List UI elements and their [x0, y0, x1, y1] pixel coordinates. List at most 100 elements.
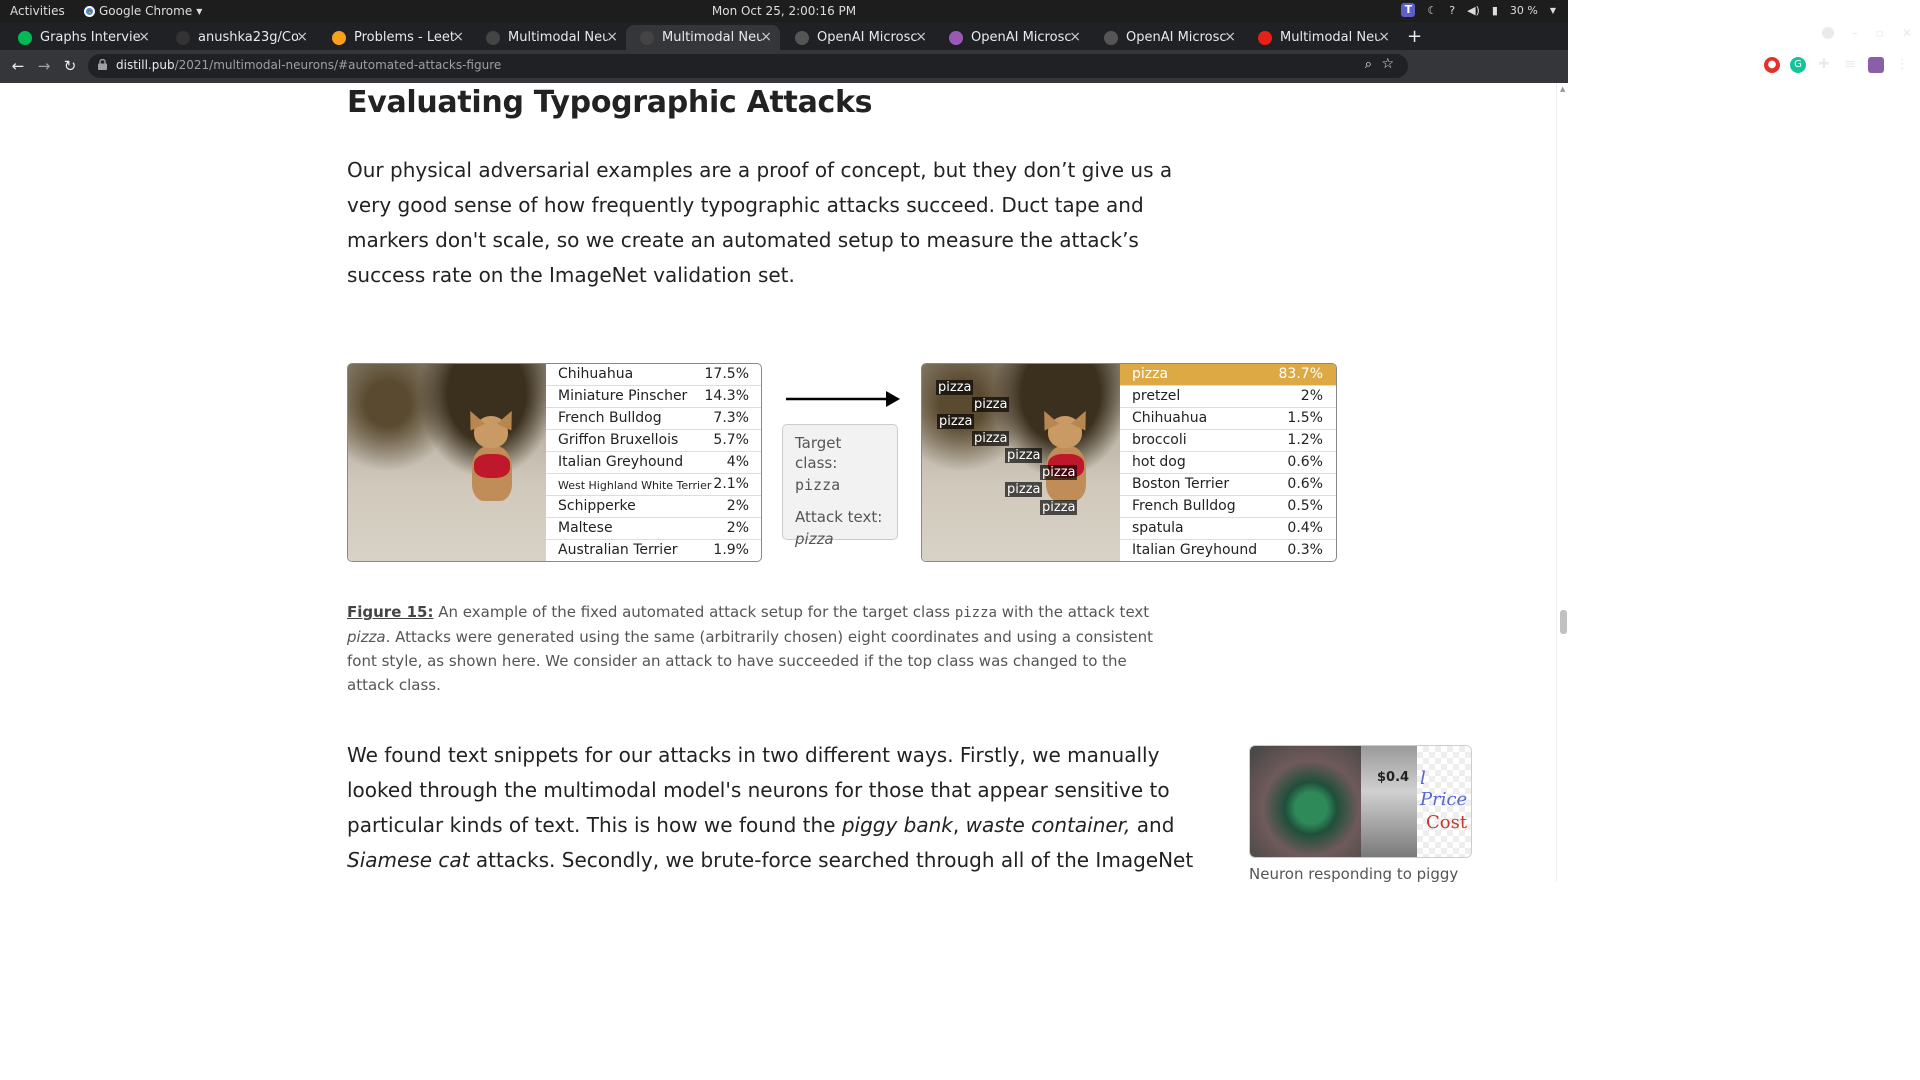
neuron-sample-images[interactable]: $0.4 l Price Cost: [1249, 745, 1472, 858]
tab-label: anushka23g/Com: [198, 30, 298, 45]
tab-label: Problems - LeetC: [354, 30, 454, 45]
prediction-table-before: Chihuahua 17.5% Miniature Pinscher 14.3% Fre…: [546, 364, 761, 561]
browser-tab[interactable]: OpenAI Microsco ×: [781, 25, 935, 50]
menu-icon[interactable]: ⋮: [1894, 57, 1910, 73]
attack-text-overlay: pizza: [1040, 465, 1078, 480]
class-name: French Bulldog: [1132, 498, 1236, 514]
tab-label: OpenAI Microsco: [1126, 30, 1226, 45]
tab-close-icon[interactable]: ×: [606, 29, 618, 45]
dog-photo-with-text: pizza pizza pizza pizza pizza pizza pizza pizza: [922, 364, 1120, 561]
prediction-row: spatula 0.4%: [1120, 518, 1336, 540]
browser-tab[interactable]: anushka23g/Com×: [162, 25, 316, 50]
class-probability: 1.2%: [1287, 432, 1323, 448]
minimize-button[interactable]: –: [1852, 26, 1858, 40]
class-probability: 2.1%: [713, 476, 749, 492]
browser-tab[interactable]: OpenAI Microsco ×: [935, 25, 1089, 50]
scrollbar-thumb[interactable]: [1560, 610, 1567, 634]
class-name: Boston Terrier: [1132, 476, 1230, 492]
browser-tab[interactable]: Multimodal Neur ×: [472, 25, 626, 50]
chevron-down-icon: ▼: [196, 6, 203, 16]
new-tab-button[interactable]: +: [1407, 26, 1422, 47]
class-probability: 5.7%: [713, 432, 749, 448]
page-scrollbar[interactable]: ▲: [1556, 83, 1568, 882]
tab-label: Multimodal Neur: [508, 30, 608, 45]
lock-icon[interactable]: [98, 59, 107, 70]
class-name: Maltese: [558, 520, 613, 536]
figure-number-link[interactable]: Figure 15:: [347, 603, 433, 621]
class-probability: 4%: [726, 454, 749, 470]
tab-label: Multimodal Neur: [662, 30, 762, 45]
attack-text-overlay: pizza: [972, 431, 1010, 446]
tab-close-icon[interactable]: ×: [760, 29, 772, 45]
class-name: pretzel: [1132, 388, 1181, 404]
class-probability: 0.6%: [1287, 476, 1323, 492]
prediction-table-after: pizza 83.7% pretzel 2% Chihuahua 1.5% broccoli…: [1120, 364, 1336, 561]
tab-close-icon[interactable]: ×: [1378, 29, 1390, 45]
dog-photo: [348, 364, 546, 561]
class-name: broccoli: [1132, 432, 1187, 448]
teams-icon[interactable]: T: [1401, 3, 1416, 17]
tab-close-icon[interactable]: ×: [138, 29, 150, 45]
class-probability: 0.6%: [1287, 454, 1323, 470]
tab-favicon-icon: [1104, 30, 1118, 45]
tab-search-icon[interactable]: [1821, 27, 1834, 39]
cost-text: Cost: [1426, 812, 1468, 833]
back-button[interactable]: ←: [8, 57, 28, 75]
class-name: spatula: [1132, 520, 1184, 536]
tab-favicon-icon: [949, 30, 963, 45]
tab-close-icon[interactable]: ×: [915, 29, 927, 45]
class-probability: 2%: [726, 498, 749, 514]
prediction-row: French Bulldog 7.3%: [546, 408, 761, 430]
reload-button[interactable]: ↻: [60, 57, 80, 75]
prediction-row: Griffon Bruxellois 5.7%: [546, 430, 761, 452]
browser-tab[interactable]: Problems - LeetC ×: [318, 25, 472, 50]
tab-close-icon[interactable]: ×: [1224, 29, 1236, 45]
price-text: $0.4: [1377, 770, 1410, 785]
tab-close-icon[interactable]: ×: [452, 29, 464, 45]
night-light-icon: ☾: [1427, 3, 1438, 17]
prediction-row: pizza 83.7%: [1120, 364, 1336, 386]
puzzle-icon[interactable]: ✚: [1816, 57, 1832, 73]
tab-close-icon[interactable]: ×: [296, 29, 308, 45]
attack-text-overlay: pizza: [1040, 500, 1078, 515]
status-area[interactable]: T ☾ ? ◀) ▮ 30 % ▼: [1401, 3, 1556, 17]
clock[interactable]: Mon Oct 25, 2:00:16 PM: [0, 4, 1568, 18]
attack-text-label: Attack text:: [795, 508, 883, 526]
class-name: Chihuahua: [1132, 410, 1208, 426]
tab-strip: Graphs Interview×anushka23g/Com×Problems…: [0, 22, 1568, 50]
bookmark-star-icon[interactable]: ☆: [1381, 56, 1394, 72]
help-icon: ?: [1449, 3, 1456, 17]
activities-button[interactable]: Activities: [10, 4, 65, 18]
scroll-up-icon[interactable]: ▲: [1560, 85, 1565, 93]
class-name: Schipperke: [558, 498, 636, 514]
browser-tab[interactable]: OpenAI Microsco ×: [1090, 25, 1244, 50]
attack-text-overlay: pizza: [937, 414, 975, 429]
class-probability: 14.3%: [704, 388, 749, 404]
prediction-row: Schipperke 2%: [546, 496, 761, 518]
browser-tab[interactable]: Multimodal Neur ×: [626, 25, 780, 50]
app-menu-label: Google Chrome: [99, 4, 193, 18]
app-menu[interactable]: Google Chrome ▼: [84, 4, 202, 18]
browser-tab[interactable]: Multimodal Neur ×: [1244, 25, 1398, 50]
attacked-image-panel: pizza pizza pizza pizza pizza pizza pizza pizza…: [921, 363, 1337, 562]
class-probability: 0.5%: [1287, 498, 1323, 514]
battery-level: 30 %: [1509, 3, 1538, 17]
zoom-icon[interactable]: ⌕: [1365, 57, 1372, 72]
prediction-row: French Bulldog 0.5%: [1120, 496, 1336, 518]
address-bar[interactable]: distill.pub/2021/multimodal-neurons/#aut…: [88, 54, 1408, 78]
dog-figure: [462, 407, 520, 511]
extension-icon[interactable]: ●: [1764, 57, 1780, 73]
reading-list-icon[interactable]: ≡: [1842, 57, 1858, 73]
attack-text-overlay: pizza: [1005, 448, 1043, 463]
class-name: pizza: [1132, 366, 1169, 382]
grammarly-icon[interactable]: G: [1790, 57, 1806, 73]
tab-favicon-icon: [332, 30, 346, 45]
close-window-button[interactable]: ✕: [1902, 26, 1912, 40]
forward-button[interactable]: →: [34, 57, 54, 75]
avatar[interactable]: [1868, 57, 1884, 73]
class-probability: 0.3%: [1287, 542, 1323, 558]
maximize-button[interactable]: ▫: [1876, 26, 1884, 40]
browser-tab[interactable]: Graphs Interview×: [4, 25, 158, 50]
dog-figure: [1036, 407, 1094, 511]
tab-close-icon[interactable]: ×: [1069, 29, 1081, 45]
